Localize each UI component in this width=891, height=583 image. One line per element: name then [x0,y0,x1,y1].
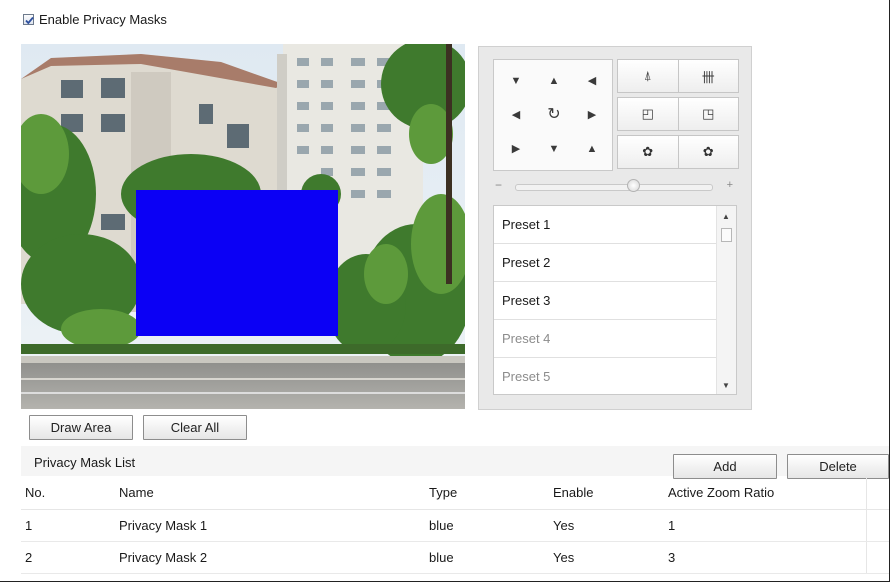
table-cell: blue [425,541,549,574]
lens-button-group-1[interactable]: ⍋ 卌 [617,59,739,93]
table-cell [865,509,889,542]
down-button[interactable]: ▼ [536,132,572,166]
live-preview[interactable] [21,44,465,409]
ptz-speed-slider[interactable]: − + [493,178,735,195]
slider-thumb[interactable] [626,179,640,192]
auto-scan-button[interactable]: ↻ [536,98,572,132]
table-cell: 3 [664,541,866,574]
enable-privacy-masks-row[interactable]: Enable Privacy Masks [23,12,167,27]
column-header: Enable [549,476,664,510]
preset-item[interactable]: Preset 3 [494,282,716,320]
preset-item[interactable]: Preset 5 [494,358,716,394]
table-row[interactable]: 1 Privacy Mask 1 blue Yes 1 [21,509,889,542]
triangle-up-icon: ▲ [586,142,598,155]
preset-scrollbar[interactable]: ▲ ▼ [716,206,736,394]
zoom-out-trees-icon[interactable]: 卌 [678,60,738,92]
table-cell: Privacy Mask 2 [115,541,425,574]
table-cell: 2 [21,541,115,574]
triangle-down-left-icon: ▼ [510,74,522,87]
table-cell: Yes [549,541,664,574]
left-button[interactable]: ◀ [498,98,534,132]
enable-privacy-masks-checkbox[interactable] [23,14,34,25]
privacy-mask-area[interactable] [136,190,338,336]
up-button[interactable]: ▲ [536,64,572,98]
table-cell: Privacy Mask 1 [115,509,425,542]
lens-button-group-2[interactable]: ◰ ◳ [617,97,739,131]
column-header [865,476,889,510]
privacy-mask-list-title: Privacy Mask List [34,455,136,470]
table-cell: 1 [664,509,866,542]
table-cell: blue [425,509,549,542]
focus-far-icon[interactable]: ◳ [678,98,738,130]
table-cell: Yes [549,509,664,542]
table-cell: 1 [21,509,115,542]
iris-close-icon[interactable]: ✿ [678,136,738,168]
triangle-right-icon: ▶ [511,142,521,155]
triangle-down-right-icon: ◀ [587,74,597,87]
lens-button-group-3[interactable]: ✿ ✿ [617,135,739,169]
scroll-up-icon[interactable]: ▲ [722,212,730,221]
triangle-left-icon: ◀ [511,108,521,121]
preset-item[interactable]: Preset 4 [494,320,716,358]
zoom-in-tree-icon[interactable]: ⍋ [618,60,678,92]
table-row[interactable]: 2 Privacy Mask 2 blue Yes 3 [21,541,889,574]
up-left-button[interactable]: ▼ [498,64,534,98]
direction-pad: ▼ ▲ ◀ ◀ ↻ ▶ ▶ ▼ ▲ [493,59,613,171]
up-right-button[interactable]: ◀ [574,64,610,98]
down-left-button[interactable]: ▶ [498,132,534,166]
preset-item[interactable]: Preset 1 [494,206,716,244]
enable-privacy-masks-label: Enable Privacy Masks [39,12,167,27]
column-header: Name [115,476,425,510]
draw-area-button[interactable]: Draw Area [29,415,133,440]
triangle-down-icon: ▼ [548,142,560,155]
right-button[interactable]: ▶ [574,98,610,132]
speed-plus-icon[interactable]: + [727,179,733,191]
scroll-down-icon[interactable]: ▼ [722,381,730,390]
refresh-icon: ↻ [547,106,561,123]
speed-minus-icon[interactable]: − [495,178,502,192]
column-header: Active Zoom Ratio [664,476,866,510]
focus-near-icon[interactable]: ◰ [618,98,678,130]
slider-track[interactable] [515,184,713,191]
ptz-control-panel: ▼ ▲ ◀ ◀ ↻ ▶ ▶ ▼ ▲ − + Preset 1 Preset 2 Preset 3 Pr… [478,46,752,410]
down-right-button[interactable]: ▲ [574,132,610,166]
triangle-up-icon: ▲ [548,74,560,87]
preset-item[interactable]: Preset 2 [494,244,716,282]
checkmark-icon [25,16,34,25]
privacy-mask-table: No. Name Type Enable Active Zoom Ratio 1 Priv… [21,476,889,574]
table-header-row: No. Name Type Enable Active Zoom Ratio [21,476,889,510]
iris-open-icon[interactable]: ✿ [618,136,678,168]
triangle-right-icon: ▶ [587,108,597,121]
table-cell [865,541,889,574]
column-header: Type [425,476,549,510]
column-header: No. [21,476,115,510]
clear-all-button[interactable]: Clear All [143,415,247,440]
preset-list: Preset 1 Preset 2 Preset 3 Preset 4 Preset 5… [493,205,737,395]
scroll-thumb[interactable] [721,228,732,242]
